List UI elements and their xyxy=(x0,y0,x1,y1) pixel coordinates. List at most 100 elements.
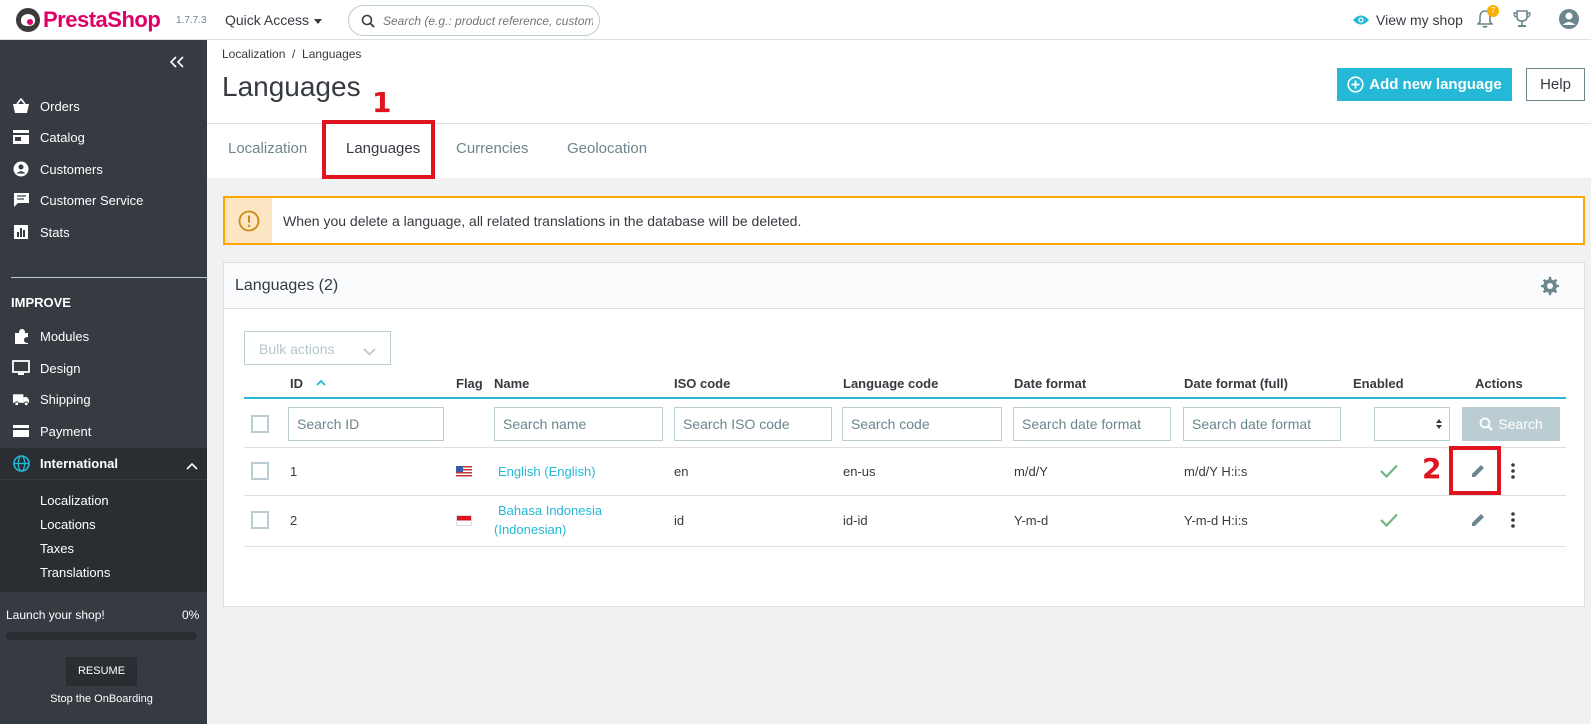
chevron-up-icon xyxy=(186,458,198,473)
monitor-icon xyxy=(12,359,30,377)
more-vertical-icon[interactable] xyxy=(1510,462,1516,480)
view-my-shop-link[interactable]: View my shop xyxy=(1352,12,1463,28)
cell-name-link[interactable]: Bahasa Indonesia xyxy=(498,503,602,518)
tab-localization[interactable]: Localization xyxy=(228,140,307,157)
add-new-language-button[interactable]: Add new language xyxy=(1337,68,1512,101)
annotation-number-1: 1 xyxy=(372,86,392,119)
tab-geolocation[interactable]: Geolocation xyxy=(567,140,647,157)
warning-alert: When you delete a language, all related … xyxy=(223,196,1585,245)
search-icon xyxy=(1479,417,1494,431)
annotation-box-edit-button xyxy=(1449,446,1501,495)
bulk-actions-dropdown[interactable]: Bulk actions xyxy=(244,331,391,365)
column-header-name[interactable]: Name xyxy=(494,376,529,391)
flag-id-icon xyxy=(456,515,472,526)
account-button[interactable] xyxy=(1558,8,1580,33)
annotation-box-languages-tab xyxy=(322,120,435,179)
sidebar-item-modules[interactable]: Modules xyxy=(0,321,207,351)
puzzle-icon xyxy=(12,327,30,345)
sidebar-item-orders[interactable]: Orders xyxy=(0,91,207,121)
select-all-checkbox[interactable] xyxy=(251,415,269,433)
sort-asc-icon[interactable] xyxy=(316,379,326,386)
logo-text: PrestaShop xyxy=(43,7,161,32)
gear-icon[interactable] xyxy=(1540,276,1560,299)
cell-iso: id xyxy=(674,513,685,528)
filter-code-input[interactable] xyxy=(842,407,1002,441)
collapse-sidebar-icon[interactable] xyxy=(169,52,184,73)
cell-date: Y-m-d xyxy=(1014,513,1049,528)
sidebar-item-payment[interactable]: Payment xyxy=(0,416,207,446)
sidebar-item-international[interactable]: International xyxy=(0,448,207,479)
launch-shop-label: Launch your shop! xyxy=(6,608,105,622)
quick-access-dropdown[interactable]: Quick Access xyxy=(225,12,323,28)
filter-name-input[interactable] xyxy=(494,407,663,441)
column-header-date-format-full[interactable]: Date format (full) xyxy=(1184,376,1288,391)
help-button[interactable]: Help xyxy=(1526,68,1585,101)
sidebar-item-label: Payment xyxy=(40,423,92,439)
sidebar-item-design[interactable]: Design xyxy=(0,353,207,383)
filter-iso-input[interactable] xyxy=(674,407,832,441)
prestashop-logo[interactable]: PrestaShop xyxy=(16,7,161,33)
bulk-actions-label: Bulk actions xyxy=(259,341,335,357)
filter-enabled-select[interactable] xyxy=(1374,407,1450,441)
sidebar-item-label: Catalog xyxy=(40,129,85,145)
column-header-iso-code[interactable]: ISO code xyxy=(674,376,730,391)
filter-date-input[interactable] xyxy=(1013,407,1171,441)
quick-access-label: Quick Access xyxy=(225,12,310,28)
truck-icon xyxy=(12,390,30,408)
trophy-button[interactable] xyxy=(1513,9,1531,32)
sidebar-item-label: International xyxy=(40,456,119,471)
cell-iso: en xyxy=(674,464,689,479)
account-circle-icon xyxy=(1559,9,1579,29)
page-title: Languages xyxy=(222,71,361,102)
search-input[interactable] xyxy=(381,6,595,35)
filter-id-input[interactable] xyxy=(288,407,444,441)
sidebar-item-customers[interactable]: Customers xyxy=(0,154,207,184)
stop-onboarding-link[interactable]: Stop the OnBoarding xyxy=(0,693,203,705)
onboarding-progress-bar xyxy=(6,632,197,640)
sidebar-item-label: Orders xyxy=(40,98,80,114)
sidebar-item-label: Shipping xyxy=(40,391,91,407)
submenu-localization[interactable]: Localization xyxy=(40,493,109,508)
sidebar-item-customer-service[interactable]: Customer Service xyxy=(0,185,207,215)
row-checkbox[interactable] xyxy=(251,511,269,529)
more-vertical-icon[interactable] xyxy=(1510,511,1516,529)
flag-us-icon xyxy=(456,466,472,477)
submenu-locations[interactable]: Locations xyxy=(40,517,96,532)
logo-icon xyxy=(16,8,40,32)
global-search[interactable] xyxy=(348,5,600,36)
column-header-enabled[interactable]: Enabled xyxy=(1353,376,1404,391)
submenu-taxes[interactable]: Taxes xyxy=(40,541,74,556)
sidebar-item-label: Design xyxy=(40,360,81,376)
cell-name-link[interactable]: English (English) xyxy=(498,464,596,479)
search-icon xyxy=(361,14,375,28)
store-icon xyxy=(12,128,30,146)
notifications-button[interactable]: 7 xyxy=(1476,5,1499,32)
account-circle-icon xyxy=(12,160,30,178)
column-header-date-format[interactable]: Date format xyxy=(1014,376,1086,391)
chat-icon xyxy=(12,191,30,209)
column-header-language-code[interactable]: Language code xyxy=(843,376,938,391)
warning-icon-area xyxy=(225,198,272,243)
check-icon[interactable] xyxy=(1380,464,1398,478)
bar-chart-icon xyxy=(12,223,30,241)
filter-date-full-input[interactable] xyxy=(1183,407,1341,441)
table-row: 2 Bahasa Indonesia (Indonesian) id id-id… xyxy=(244,496,1566,547)
sidebar-item-shipping[interactable]: Shipping xyxy=(0,384,207,414)
check-icon[interactable] xyxy=(1380,513,1398,527)
sidebar-item-stats[interactable]: Stats xyxy=(0,217,207,247)
row-checkbox[interactable] xyxy=(251,462,269,480)
submenu-translations[interactable]: Translations xyxy=(40,565,110,580)
cell-name-link-line2[interactable]: (Indonesian) xyxy=(494,522,566,537)
languages-card: Languages (2) Bulk actions ID Flag Name … xyxy=(223,262,1585,607)
card-header: Languages (2) xyxy=(224,263,1584,309)
select-arrows-icon xyxy=(1436,419,1442,429)
sidebar-item-catalog[interactable]: Catalog xyxy=(0,122,207,152)
tab-currencies[interactable]: Currencies xyxy=(456,140,529,157)
column-header-id[interactable]: ID xyxy=(290,376,303,391)
resume-button[interactable]: RESUME xyxy=(66,657,137,686)
filter-row: Search xyxy=(244,402,1566,448)
search-button[interactable]: Search xyxy=(1462,407,1560,441)
eye-icon xyxy=(1353,15,1369,25)
edit-pencil-icon[interactable] xyxy=(1470,512,1486,528)
sidebar-divider xyxy=(11,277,207,278)
